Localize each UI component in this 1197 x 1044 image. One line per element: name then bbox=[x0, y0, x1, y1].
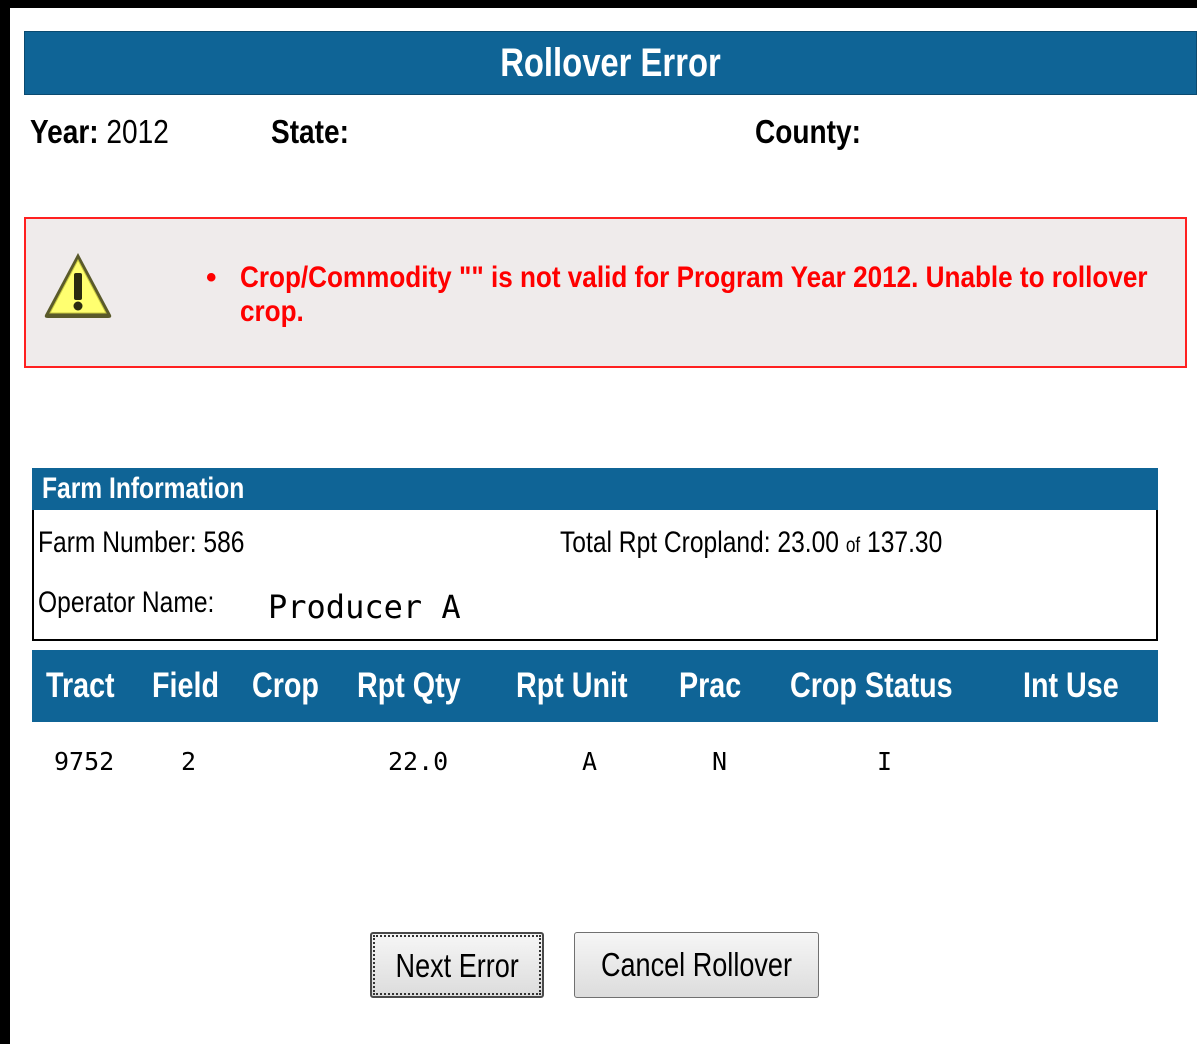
cell-rpt-unit: A bbox=[582, 747, 598, 776]
error-message-text: Crop/Commodity "" is not valid for Progr… bbox=[240, 261, 1148, 328]
warning-triangle-icon bbox=[44, 253, 112, 318]
cell-rpt-qty: 22.0 bbox=[388, 747, 449, 776]
col-crop: Crop bbox=[252, 666, 319, 705]
year-label: Year: bbox=[30, 113, 99, 150]
cancel-rollover-button[interactable]: Cancel Rollover bbox=[574, 932, 819, 998]
operator-name-label: Operator Name: bbox=[38, 586, 215, 619]
error-alert: • Crop/Commodity "" is not valid for Pro… bbox=[24, 217, 1187, 368]
next-error-button[interactable]: Next Error bbox=[370, 932, 544, 998]
farm-number-value: 586 bbox=[203, 526, 245, 559]
col-crop-status: Crop Status bbox=[790, 666, 953, 705]
state-field: State: bbox=[271, 110, 363, 154]
cell-prac: N bbox=[712, 747, 728, 776]
county-field: County: bbox=[755, 110, 880, 154]
operator-name: Operator Name: bbox=[38, 586, 253, 620]
total-reported-value: 23.00 bbox=[777, 526, 839, 559]
cell-crop-status: I bbox=[877, 747, 893, 776]
of-label: of bbox=[845, 534, 861, 557]
farm-number: Farm Number: 586 bbox=[38, 526, 290, 560]
total-cropland-value: 137.30 bbox=[867, 526, 943, 559]
page-title: Rollover Error bbox=[500, 41, 721, 85]
bullet: • bbox=[206, 261, 217, 294]
year-field: Year: 2012 bbox=[30, 110, 193, 154]
state-label: State: bbox=[271, 113, 349, 150]
col-prac: Prac bbox=[679, 666, 742, 705]
page-title-bar: Rollover Error bbox=[24, 31, 1197, 95]
col-tract: Tract bbox=[46, 666, 115, 705]
cell-tract: 9752 bbox=[54, 747, 115, 776]
col-field: Field bbox=[152, 666, 219, 705]
farm-number-label: Farm Number: bbox=[38, 526, 197, 559]
farm-info-panel: Farm Number: 586 Total Rpt Cropland: 23.… bbox=[32, 510, 1158, 641]
total-rpt-cropland-label: Total Rpt Cropland: bbox=[560, 526, 771, 559]
col-rpt-qty: Rpt Qty bbox=[357, 666, 461, 705]
year-value: 2012 bbox=[106, 113, 169, 150]
total-rpt-cropland: Total Rpt Cropland: 23.00 of 137.30 bbox=[560, 526, 1026, 560]
col-rpt-unit: Rpt Unit bbox=[516, 666, 628, 705]
county-label: County: bbox=[755, 113, 861, 150]
farm-info-heading: Farm Information bbox=[32, 468, 1158, 510]
crop-table-header: Tract Field Crop Rpt Qty Rpt Unit Prac C… bbox=[32, 650, 1158, 722]
cell-field: 2 bbox=[181, 747, 197, 776]
col-int-use: Int Use bbox=[1023, 666, 1119, 705]
operator-name-value: Producer A bbox=[268, 588, 461, 626]
